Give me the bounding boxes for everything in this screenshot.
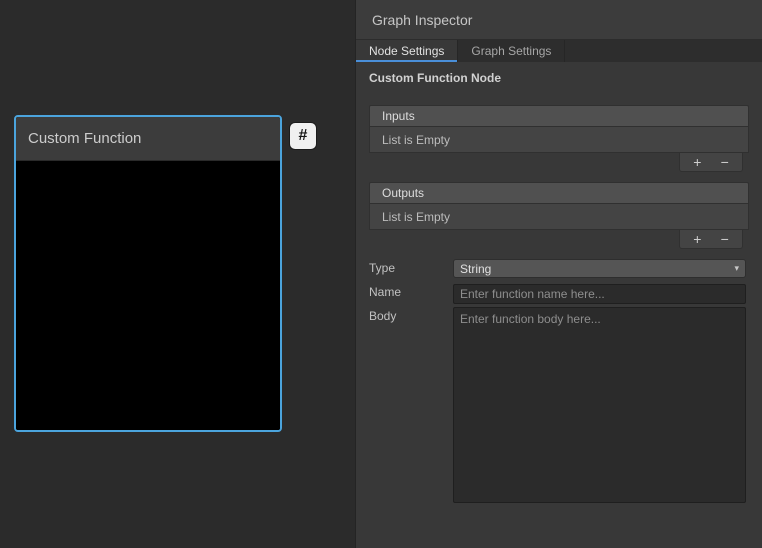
inspector-title: Graph Inspector	[372, 12, 472, 28]
outputs-footer-buttons: + −	[679, 230, 743, 249]
inputs-add-button[interactable]: +	[687, 155, 707, 169]
node-title: Custom Function	[28, 130, 141, 147]
graph-inspector-panel: Graph Inspector Node Settings Graph Sett…	[355, 0, 762, 548]
type-dropdown[interactable]: String ▾	[453, 259, 746, 278]
inputs-list: Inputs List is Empty + −	[369, 105, 749, 172]
outputs-list-footer: + −	[369, 230, 749, 249]
outputs-list: Outputs List is Empty + −	[369, 182, 749, 249]
inputs-empty-label: List is Empty	[382, 133, 450, 147]
node-settings-heading: Custom Function Node	[369, 71, 501, 85]
inputs-list-footer: + −	[369, 153, 749, 172]
tab-graph-settings[interactable]: Graph Settings	[458, 40, 565, 62]
inspector-titlebar[interactable]: Graph Inspector	[356, 0, 762, 40]
name-label: Name	[369, 285, 401, 299]
node-preview-body	[16, 161, 280, 430]
inputs-header-label: Inputs	[382, 109, 415, 123]
body-label: Body	[369, 309, 396, 323]
type-label: Type	[369, 261, 395, 275]
hash-icon: #	[299, 127, 308, 145]
graph-canvas[interactable]: Custom Function #	[0, 0, 356, 548]
shader-graph-window: Custom Function # Graph Inspector Node S…	[0, 0, 762, 548]
chevron-down-icon: ▾	[734, 263, 739, 274]
inputs-empty-row: List is Empty	[369, 126, 749, 153]
outputs-add-button[interactable]: +	[687, 232, 707, 246]
tab-node-settings[interactable]: Node Settings	[356, 40, 458, 62]
inputs-list-header: Inputs	[369, 105, 749, 126]
custom-function-node[interactable]: Custom Function	[14, 115, 282, 432]
inputs-remove-button[interactable]: −	[715, 155, 735, 169]
inputs-footer-buttons: + −	[679, 153, 743, 172]
node-header[interactable]: Custom Function	[16, 117, 280, 161]
outputs-empty-row: List is Empty	[369, 203, 749, 230]
function-name-input[interactable]	[453, 284, 746, 304]
node-hash-badge[interactable]: #	[290, 123, 316, 149]
outputs-header-label: Outputs	[382, 186, 424, 200]
outputs-list-header: Outputs	[369, 182, 749, 203]
type-dropdown-value: String	[460, 262, 491, 276]
function-body-textarea[interactable]	[453, 307, 746, 503]
outputs-remove-button[interactable]: −	[715, 232, 735, 246]
outputs-empty-label: List is Empty	[382, 210, 450, 224]
inspector-tabs: Node Settings Graph Settings	[356, 40, 762, 62]
